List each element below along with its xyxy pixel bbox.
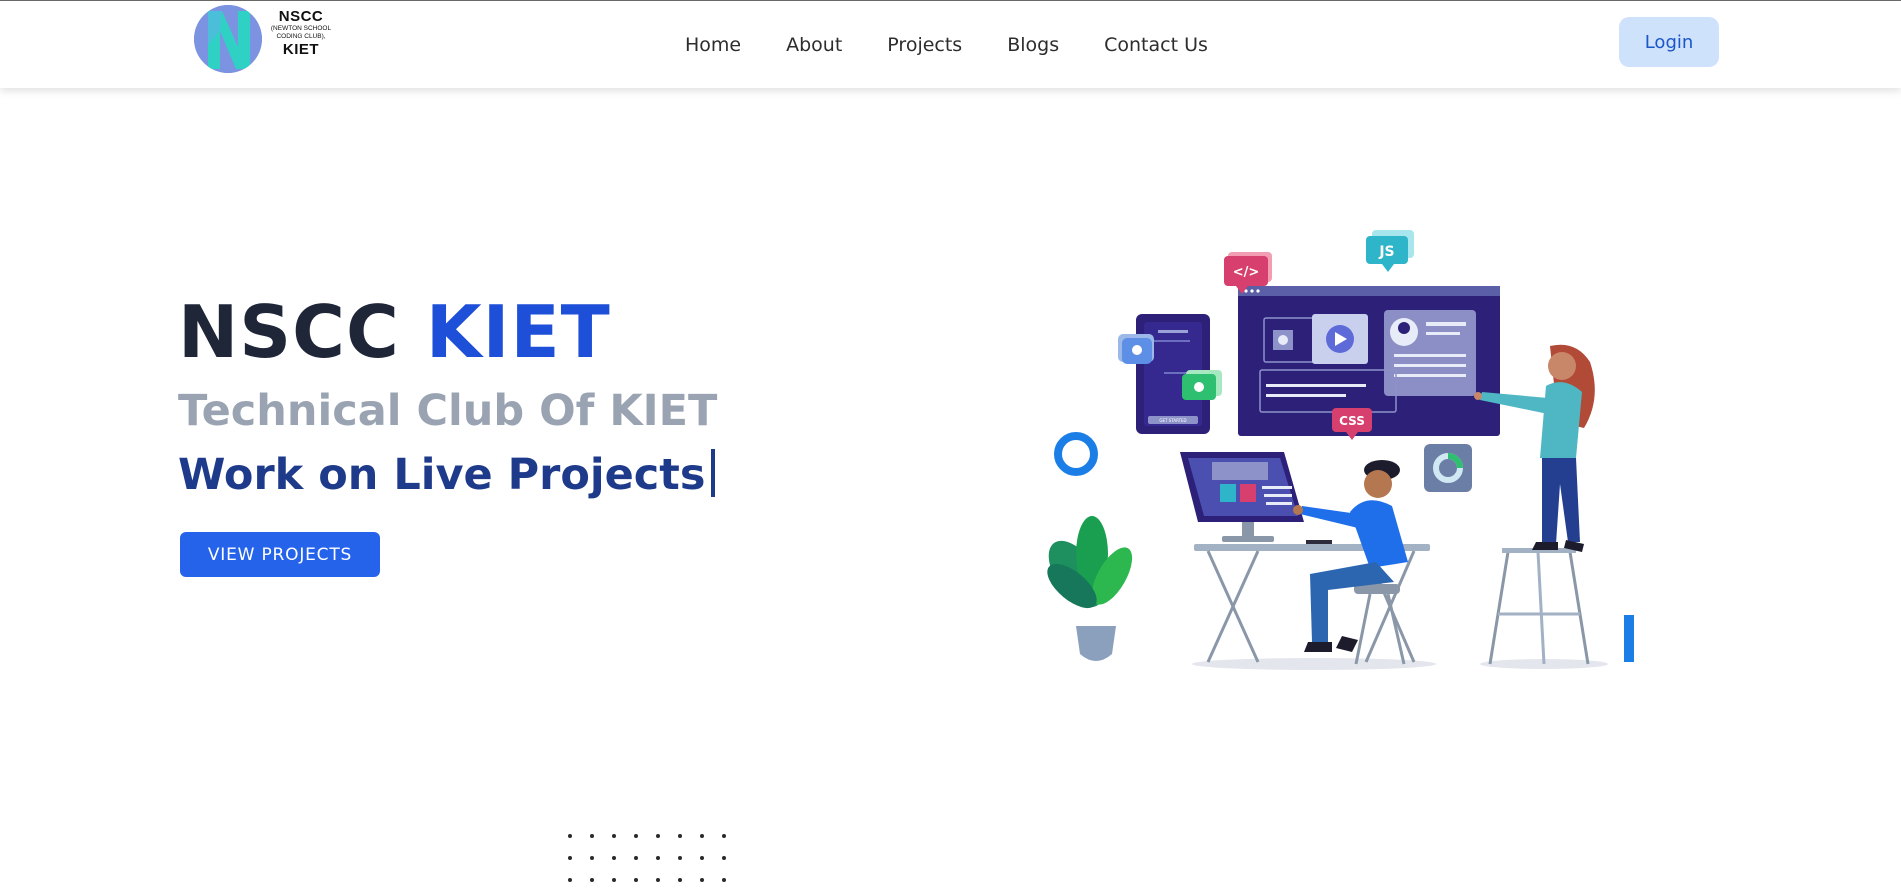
logo-text: NSCC (NEWTON SCHOOL CODING CLUB), KIET: [266, 8, 336, 59]
decor-ring: [1054, 432, 1098, 476]
sitting-developer: [1293, 460, 1408, 665]
nav-about[interactable]: About: [786, 31, 842, 59]
plant-icon: [1047, 516, 1133, 661]
hero-subtitle: Technical Club Of KIET: [178, 386, 718, 436]
dot-grid-decoration: [568, 834, 726, 882]
donut-chart-icon: [1424, 444, 1472, 492]
css-badge-label: CSS: [1339, 414, 1365, 428]
android-badge-icon: [1182, 370, 1222, 400]
hero-title-main: NSCC: [178, 290, 400, 374]
code-badge-label: </>: [1233, 265, 1260, 280]
logo-title: NSCC: [278, 8, 324, 25]
hero-title-accent: KIET: [425, 290, 611, 374]
phone-get-started-label: GET STARTED: [1159, 418, 1186, 423]
logo-subtitle-line1: (NEWTON SCHOOL: [270, 25, 332, 32]
site-logo[interactable]: NSCC (NEWTON SCHOOL CODING CLUB), KIET: [194, 3, 334, 73]
view-projects-button[interactable]: VIEW PROJECTS: [180, 532, 380, 577]
typed-tagline-text: Work on Live Projects: [178, 450, 706, 500]
typed-tagline: Work on Live Projects: [178, 448, 716, 502]
js-badge-label: JS: [1378, 244, 1394, 260]
hero-illustration: GET STARTED </> JS CSS: [1047, 230, 1634, 670]
logo-n-icon: [194, 5, 262, 73]
nav-blogs[interactable]: Blogs: [1007, 31, 1059, 59]
navbar: NSCC (NEWTON SCHOOL CODING CLUB), KIET H…: [0, 1, 1901, 88]
main-nav: Home About Projects Blogs Contact Us: [685, 31, 1208, 59]
nav-home[interactable]: Home: [685, 31, 741, 59]
logo-kiet: KIET: [282, 41, 320, 58]
login-button[interactable]: Login: [1619, 17, 1719, 67]
nav-contact-us[interactable]: Contact Us: [1104, 31, 1208, 59]
logo-subtitle-line2: CODING CLUB),: [276, 33, 326, 40]
desktop-monitor: [1180, 452, 1332, 544]
decor-bar: [1624, 615, 1634, 662]
standing-presenter: [1474, 344, 1608, 669]
typing-cursor: [711, 449, 716, 497]
hero-title: NSCC KIET: [178, 287, 611, 377]
nav-projects[interactable]: Projects: [887, 31, 962, 59]
apple-badge-icon: [1118, 334, 1154, 364]
js-badge-icon: JS: [1366, 230, 1414, 272]
